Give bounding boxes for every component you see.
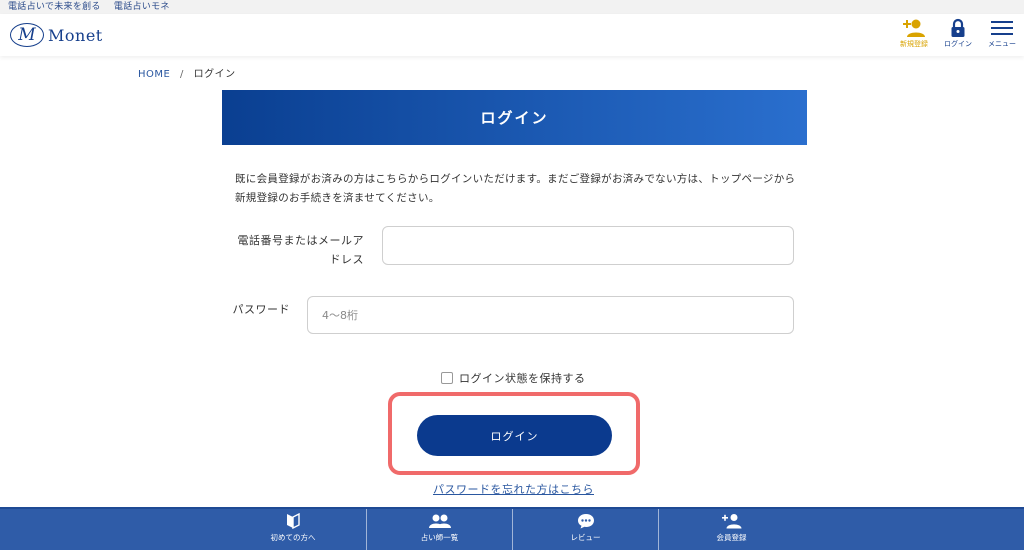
add-user-icon [903, 19, 925, 37]
bottom-nav-fortune-tellers-label: 占い師一覧 [420, 533, 459, 542]
bottom-nav-register-label: 会員登録 [716, 533, 747, 542]
bottom-nav-beginner[interactable]: 初めての方へ [220, 509, 366, 550]
breadcrumb-home[interactable]: HOME [138, 69, 170, 80]
header-register-button[interactable]: 新規登録 [894, 18, 934, 49]
header-menu-button[interactable]: メニュー [982, 18, 1022, 49]
logo[interactable]: M Monet [10, 23, 103, 47]
intro-text: 既に会員登録がお済みの方はこちらからログインいただけます。まだご登録がお済みでな… [235, 173, 796, 204]
login-label: ログイン [944, 40, 972, 48]
top-strip: 電話占いで未来を創る 電話占いモネ [0, 0, 1024, 14]
remember-login[interactable]: ログイン状態を保持する [441, 370, 586, 386]
tagline-link[interactable]: 電話占いで未来を創る [8, 2, 101, 12]
password-input[interactable] [307, 296, 794, 334]
register-label: 新規登録 [900, 40, 928, 48]
forgot-password-link[interactable]: パスワードを忘れた方はこちら [433, 481, 594, 497]
beginner-mark-icon [287, 513, 300, 529]
login-submit-button[interactable]: ログイン [417, 415, 612, 456]
remember-label: ログイン状態を保持する [459, 372, 586, 385]
site-header: M Monet 新規登録 ログイン メニュー [0, 14, 1024, 56]
remember-checkbox[interactable] [441, 372, 453, 384]
breadcrumb-current: ログイン [193, 69, 236, 80]
breadcrumb: HOME / ログイン [138, 65, 236, 80]
lock-icon [951, 18, 965, 37]
people-icon [428, 514, 451, 528]
password-label: パスワード [232, 303, 290, 316]
site-name-link[interactable]: 電話占いモネ [114, 2, 170, 12]
bottom-nav-register[interactable]: 会員登録 [658, 509, 804, 550]
logo-mark: M [10, 23, 44, 47]
logo-text: Monet [48, 25, 103, 45]
breadcrumb-separator: / [180, 69, 184, 80]
menu-label: メニュー [988, 40, 1016, 48]
add-user-icon [721, 514, 741, 529]
tel-email-label: 電話番号またはメールアドレス [237, 234, 364, 266]
tel-email-input[interactable] [382, 226, 794, 265]
header-login-button[interactable]: ログイン [938, 18, 978, 49]
bottom-nav-reviews[interactable]: レビュー [512, 509, 658, 550]
hamburger-icon [991, 21, 1013, 35]
page-title: ログイン [222, 90, 807, 145]
bottom-nav: 初めての方へ 占い師一覧 レビュー 会員登録 [0, 507, 1024, 550]
bottom-nav-reviews-label: レビュー [570, 533, 601, 542]
chat-bubble-icon [577, 514, 594, 529]
bottom-nav-fortune-tellers[interactable]: 占い師一覧 [366, 509, 512, 550]
bottom-nav-beginner-label: 初めての方へ [270, 533, 316, 542]
